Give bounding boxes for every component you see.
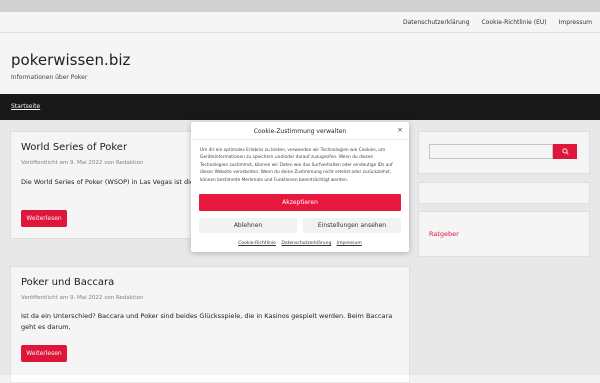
cookie-consent-dialog: Cookie-Zustimmung verwalten × Um dir ein… — [191, 122, 409, 252]
close-icon[interactable]: × — [397, 126, 403, 134]
view-settings-button[interactable]: Einstellungen ansehen — [303, 218, 401, 233]
cookie-dialog-title: Cookie-Zustimmung verwalten — [253, 128, 347, 135]
cookie-dialog-text: Um dir ein optimales Erlebnis zu bieten,… — [200, 148, 393, 183]
divider — [191, 139, 409, 140]
cookie-dialog-links: Cookie-Richtlinie Datenschutzerklärung I… — [191, 241, 409, 246]
deny-cookies-button[interactable]: Ablehnen — [199, 218, 297, 233]
cookie-link-imprint[interactable]: Impressum — [337, 241, 362, 246]
accept-cookies-button[interactable]: Akzeptieren — [199, 194, 401, 211]
cookie-link-cookie-policy[interactable]: Cookie-Richtlinie — [238, 241, 276, 246]
cookie-link-privacy[interactable]: Datenschutzerklärung — [281, 241, 331, 246]
